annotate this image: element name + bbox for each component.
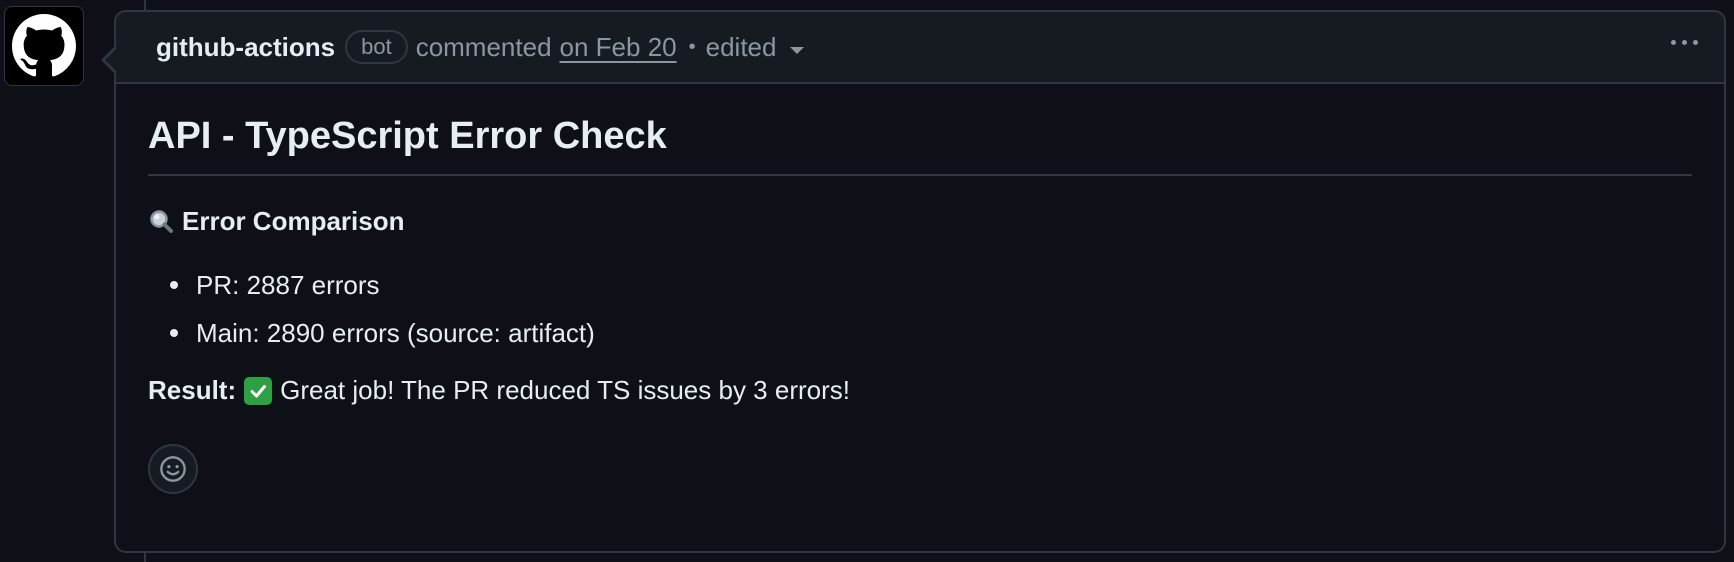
author-name[interactable]: github-actions [156, 32, 335, 63]
kebab-dot [1682, 40, 1687, 45]
chevron-down-icon[interactable] [790, 46, 805, 54]
comment-date-link[interactable]: on Feb 20 [560, 32, 677, 63]
github-logo-icon [12, 14, 76, 77]
magnifying-glass-icon [150, 209, 173, 233]
comment-box: github-actions bot commented on Feb 20 •… [101, 10, 1726, 553]
comment-body: API - TypeScript Error Check Error Compa… [116, 84, 1724, 494]
comment-title: API - TypeScript Error Check [148, 112, 1692, 176]
result-label: Result: [148, 375, 237, 405]
check-mark-icon [244, 376, 273, 405]
add-reaction-button[interactable] [148, 444, 198, 494]
result-text: Great job! The PR reduced TS issues by 3… [280, 375, 850, 405]
separator-dot: • [688, 35, 696, 58]
error-list: PR: 2887 errors Main: 2890 errors (sourc… [148, 267, 1692, 351]
list-item-text: PR: 2887 errors [196, 270, 380, 300]
kebab-dot [1693, 40, 1698, 45]
list-item: Main: 2890 errors (source: artifact) [148, 315, 1692, 351]
author-avatar[interactable] [4, 6, 84, 86]
kebab-dot [1671, 40, 1676, 45]
kebab-icon[interactable] [1667, 32, 1702, 53]
comment-header: github-actions bot commented on Feb 20 •… [116, 12, 1724, 84]
bullet-dot [170, 281, 178, 289]
bullet-dot [170, 329, 178, 337]
bot-badge: bot [345, 30, 408, 64]
list-item-text: Main: 2890 errors (source: artifact) [196, 318, 595, 348]
section-heading: Error Comparison [148, 206, 1692, 237]
smiley-icon [160, 456, 186, 482]
result-line: Result: Great job! The PR reduced TS iss… [148, 375, 1692, 406]
section-heading-text: Error Comparison [182, 206, 405, 236]
list-item: PR: 2887 errors [148, 267, 1692, 303]
edited-dropdown[interactable]: edited [706, 32, 777, 63]
comment-action: commented [415, 31, 552, 62]
timeline: github-actions bot commented on Feb 20 •… [0, 0, 1734, 562]
